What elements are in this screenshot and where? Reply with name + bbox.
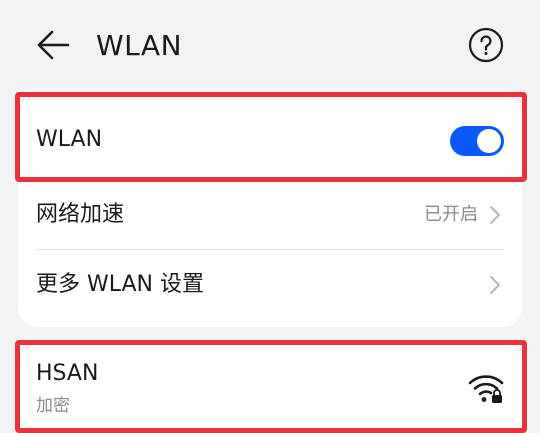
network-list-item[interactable]: HSAN 加密 [18, 343, 522, 433]
back-button[interactable] [30, 24, 76, 66]
more-wlan-settings-row[interactable]: 更多 WLAN 设置 [18, 250, 522, 322]
network-acceleration-status: 已开启 [424, 204, 478, 225]
arrow-left-icon [37, 30, 70, 60]
help-button[interactable] [467, 26, 505, 64]
wlan-toggle-row[interactable]: WLAN [18, 95, 522, 183]
chevron-right-icon [490, 206, 500, 224]
toggle-knob [477, 129, 501, 153]
chevron-right-icon [490, 276, 500, 294]
wlan-toggle-switch[interactable] [450, 126, 504, 156]
network-security-label: 加密 [36, 396, 70, 416]
network-acceleration-label: 网络加速 [36, 202, 125, 227]
page-title: WLAN [96, 29, 183, 62]
wlan-settings-screen: WLAN WLAN 网络加速 已开启 更多 WLAN 设置 HSAN 加密 [0, 0, 540, 433]
network-ssid: HSAN [36, 361, 99, 386]
header: WLAN [0, 0, 540, 90]
question-circle-icon [468, 27, 504, 63]
wifi-locked-icon [468, 375, 504, 403]
network-acceleration-row[interactable]: 网络加速 已开启 [18, 181, 522, 249]
more-wlan-settings-label: 更多 WLAN 设置 [36, 272, 205, 297]
wlan-settings-card: WLAN 网络加速 已开启 更多 WLAN 设置 [18, 95, 522, 327]
wlan-label: WLAN [36, 127, 103, 152]
